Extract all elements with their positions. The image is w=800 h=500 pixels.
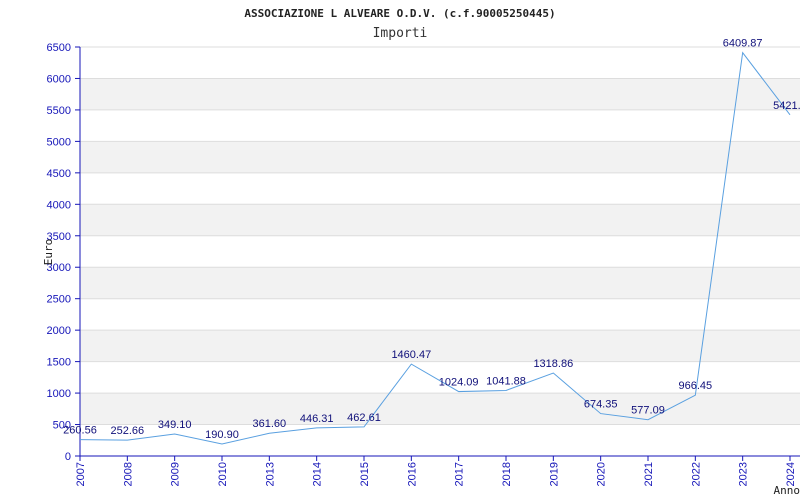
line-chart: 0500100015002000250030003500400045005000… xyxy=(42,7,800,497)
y-axis-label: Euro xyxy=(42,239,55,266)
x-tick-label: 2013 xyxy=(264,462,276,486)
chart-title: ASSOCIAZIONE L ALVEARE O.D.V. (c.f.90005… xyxy=(244,7,555,20)
grid-band xyxy=(80,109,800,142)
data-label: 349.10 xyxy=(158,419,192,431)
data-label: 1460.47 xyxy=(391,349,431,361)
data-label: 260.56 xyxy=(63,425,97,437)
data-label: 1318.86 xyxy=(533,358,573,370)
x-tick-label: 2022 xyxy=(690,462,702,486)
data-label: 674.35 xyxy=(584,399,618,411)
x-tick-label: 2014 xyxy=(312,462,324,486)
x-tick-label: 2020 xyxy=(596,462,608,486)
x-tick-label: 2019 xyxy=(548,462,560,486)
y-tick-label: 0 xyxy=(65,451,71,463)
y-tick-label: 6500 xyxy=(47,42,71,54)
grid-band xyxy=(80,78,800,110)
grid-band xyxy=(80,330,800,362)
grid-band xyxy=(80,172,800,205)
x-tick-label: 2007 xyxy=(75,462,87,486)
data-label: 1041.88 xyxy=(486,375,526,387)
y-tick-label: 4000 xyxy=(47,199,71,211)
x-tick-label: 2024 xyxy=(785,462,797,486)
data-label: 462.61 xyxy=(347,412,381,424)
data-label: 361.60 xyxy=(253,418,287,430)
data-label: 577.09 xyxy=(631,405,665,417)
grid-band xyxy=(80,298,800,331)
data-label: 1024.09 xyxy=(439,377,479,389)
grid-band xyxy=(80,141,800,173)
x-tick-label: 2010 xyxy=(217,462,229,486)
data-label: 446.31 xyxy=(300,413,334,425)
y-tick-label: 6000 xyxy=(47,73,71,85)
x-axis-label: Anno xyxy=(774,484,800,497)
y-tick-label: 2000 xyxy=(47,325,71,337)
x-tick-labels: 2007 2008 2009 2010 2013 2014 2015 2016 2017 2018… xyxy=(75,462,797,486)
y-tick-label: 4500 xyxy=(47,168,71,180)
chart-subtitle: Importi xyxy=(373,26,428,41)
data-label: 252.66 xyxy=(111,425,145,437)
x-tick-label: 2021 xyxy=(643,462,655,486)
x-tick-label: 2008 xyxy=(122,462,134,486)
data-label: 6409.87 xyxy=(723,38,763,50)
y-tick-label: 5000 xyxy=(47,136,71,148)
background-bands xyxy=(80,47,800,456)
x-tick-label: 2015 xyxy=(359,462,371,486)
grid-band xyxy=(80,267,800,299)
data-label: 190.90 xyxy=(205,429,239,441)
x-tick-label: 2023 xyxy=(738,462,750,486)
x-tick-label: 2016 xyxy=(406,462,418,486)
y-tick-label: 5500 xyxy=(47,105,71,117)
grid-band xyxy=(80,204,800,236)
data-label: 5421.7 xyxy=(773,100,800,112)
grid-band xyxy=(80,47,800,79)
x-tick-label: 2018 xyxy=(501,462,513,486)
y-tick-label: 1000 xyxy=(47,388,71,400)
y-tick-label: 2500 xyxy=(47,294,71,306)
data-label: 966.45 xyxy=(679,380,713,392)
x-tick-label: 2009 xyxy=(170,462,182,486)
x-tick-label: 2017 xyxy=(454,462,466,486)
y-tick-label: 1500 xyxy=(47,357,71,369)
grid-band xyxy=(80,235,800,268)
